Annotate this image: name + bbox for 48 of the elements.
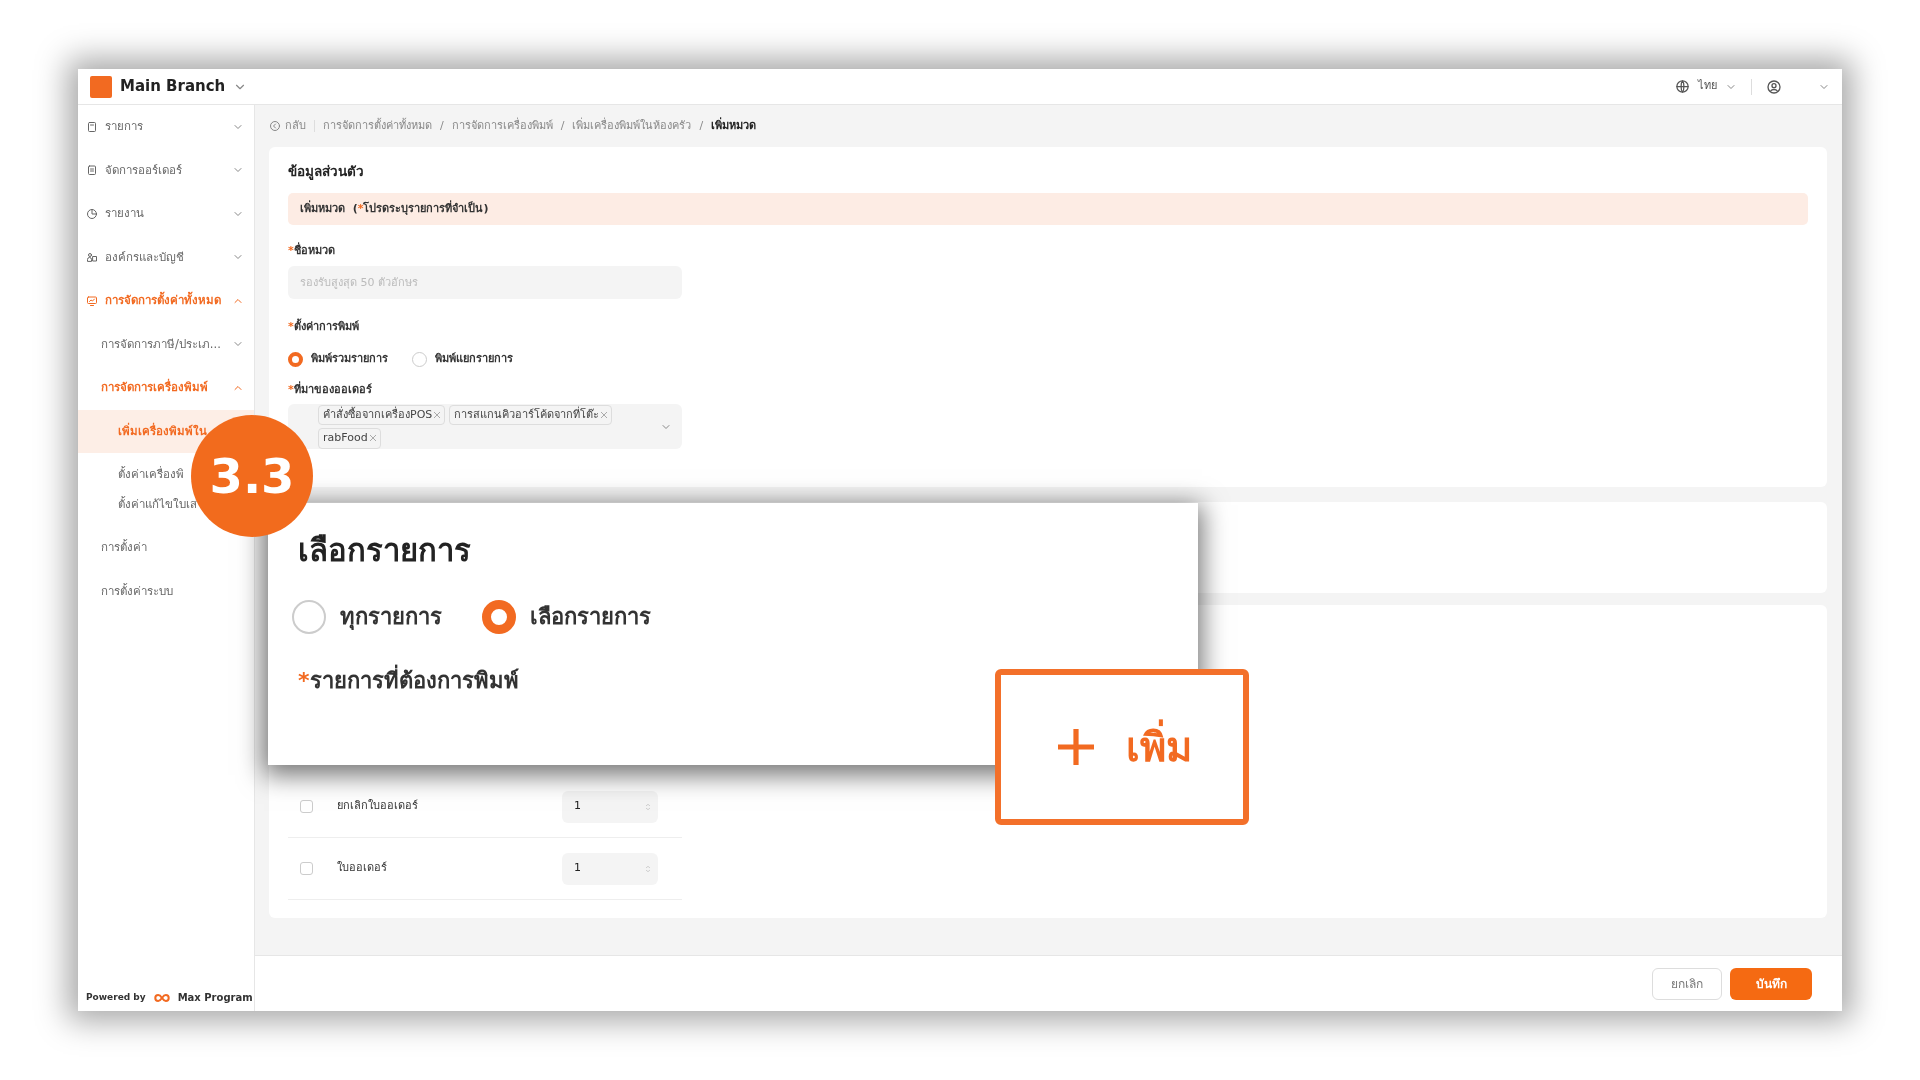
breadcrumb-link[interactable]: การจัดการเครื่องพิมพ์ [451,117,553,135]
branch-name[interactable]: Main Branch [120,75,226,98]
cancel-button[interactable]: ยกเลิก [1652,967,1722,1000]
monitor-icon [86,294,98,307]
document-label: ใบออเดอร์ [337,860,388,877]
breadcrumb-current: เพิ่มหมวด [711,117,757,134]
tag-chip[interactable]: rabFood [318,428,381,449]
clipboard-icon [86,164,98,177]
radio-option[interactable]: ทุกรายการ [292,599,442,634]
breadcrumb-separator: / [440,117,444,134]
document-label: ยกเลิกใบออเดอร์ [337,798,419,815]
name-input-field[interactable]: รองรับสูงสุด 50 ตัวอักษร [288,265,682,299]
order-source-select[interactable]: คำสั่งซื้อจากเครื่องPOS การสแกนคิวอาร์โค้ดจากที่โต๊ะ rabFood [288,404,682,450]
sidebar-item[interactable]: ตั้งค่าเครื่องพิ [118,467,184,482]
breadcrumb-separator: / [560,117,565,134]
radio-option[interactable]: พิมพ์รวมรายการ [288,351,388,368]
quantity-stepper-field[interactable]: 1 [562,852,658,885]
breadcrumb-link[interactable]: การจัดการตั้งค่าทั้งหมด [323,117,432,135]
tag-chip[interactable]: คำสั่งซื้อจากเครื่องPOS [318,404,446,426]
globe-icon [1675,79,1690,94]
clock-icon [86,207,98,220]
sidebar-item[interactable]: องค์กรและบัญชี [78,235,254,279]
sidebar-item[interactable]: จัดการออร์เดอร์ [78,148,254,192]
tag-chip[interactable]: การสแกนคิวอาร์โค้ดจากที่โต๊ะ [449,404,613,426]
back-link[interactable]: กลับ [269,117,306,135]
quantity-stepper-field[interactable]: 1 [562,790,658,823]
receipt-icon [86,120,98,133]
breadcrumb-separator: / [699,117,704,134]
breadcrumb-link[interactable]: เพิ่มเครื่องพิมพ์ในห้องครัว [572,117,692,135]
sidebar-item[interactable]: การตั้งค่าระบบ [78,569,254,613]
radio-option[interactable]: พิมพ์แยกรายการ [412,351,513,368]
logo-icon [90,75,112,98]
people-icon [86,251,98,264]
field-label: *ชื่อหมวด [288,243,336,260]
sidebar-item[interactable]: รายงาน [78,192,254,236]
notice-text: เพิ่มหมวด (*โปรดระบุรายการที่จำเป็น) [300,201,489,217]
field-label: *ที่มาของออเดอร์ [288,381,373,398]
section-title: ข้อมูลส่วนตัว [288,162,365,182]
checkbox[interactable] [300,800,313,813]
user-icon [1766,78,1782,95]
sidebar-item[interactable]: การจัดการภาษี/ประเภ... [78,322,254,366]
radio-option[interactable]: เลือกรายการ [482,599,651,634]
language-selector[interactable]: ไทย [1698,78,1717,95]
brand-name: Max Program [177,991,253,1005]
checkbox[interactable] [300,862,313,875]
powered-by-text: Powered by [86,990,146,1004]
field-label: *ตั้งค่าการพิมพ์ [288,318,360,335]
sidebar-item[interactable]: รายการ [78,105,254,149]
